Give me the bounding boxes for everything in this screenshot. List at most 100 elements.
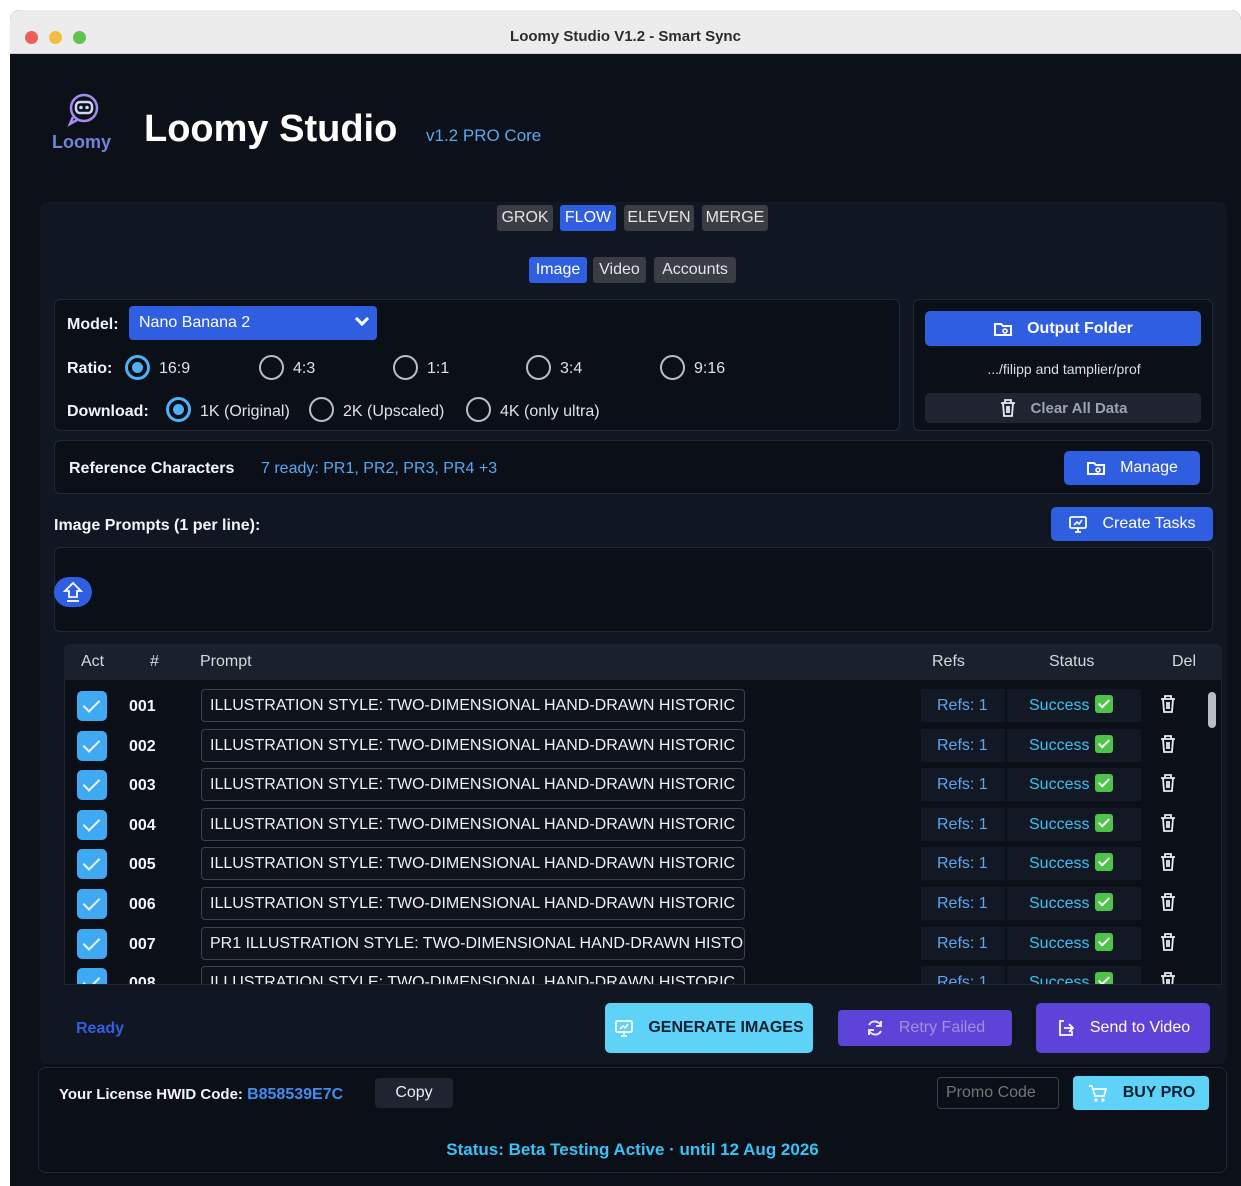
folder-icon	[994, 322, 1013, 336]
retry-failed-button[interactable]: Retry Failed	[838, 1010, 1012, 1046]
ratio-radio-16-9[interactable]	[125, 355, 150, 380]
copy-hwid-button[interactable]: Copy	[375, 1078, 453, 1108]
row-refs[interactable]: Refs: 1	[921, 768, 1005, 802]
row-number: 006	[129, 896, 156, 913]
row-delete-button[interactable]	[1143, 808, 1197, 841]
trash-icon	[1159, 773, 1177, 798]
row-status-text: Success	[1029, 974, 1090, 985]
output-panel: Output Folder .../filipp and tamplier/pr…	[913, 299, 1213, 431]
image-prompts-input[interactable]	[54, 547, 1213, 632]
row-prompt-field[interactable]: ILLUSTRATION STYLE: TWO-DIMENSIONAL HAND…	[201, 768, 745, 802]
row-active-checkbox[interactable]	[77, 889, 107, 919]
tab-merge[interactable]: MERGE	[702, 205, 768, 231]
row-active-checkbox[interactable]	[77, 928, 107, 959]
download-option-label: 2K (Upscaled)	[343, 403, 445, 420]
table-row: 003 ILLUSTRATION STYLE: TWO-DIMENSIONAL H…	[77, 768, 1207, 802]
row-prompt-field[interactable]: PR1 ILLUSTRATION STYLE: TWO-DIMENSIONAL …	[201, 926, 745, 960]
row-delete-button[interactable]	[1143, 887, 1197, 920]
task-table-body[interactable]: 001 ILLUSTRATION STYLE: TWO-DIMENSIONAL H…	[64, 680, 1222, 985]
row-prompt-field[interactable]: ILLUSTRATION STYLE: TWO-DIMENSIONAL HAND…	[201, 689, 745, 722]
tab-accounts[interactable]: Accounts	[654, 257, 736, 283]
row-delete-button[interactable]	[1143, 966, 1197, 984]
upload-prompts-button[interactable]	[54, 577, 92, 607]
ratio-radio-3-4[interactable]	[526, 355, 551, 380]
download-radio-2k[interactable]	[309, 397, 334, 422]
buy-pro-button[interactable]: BUY PRO	[1073, 1076, 1209, 1110]
chat-bot-icon	[67, 93, 99, 127]
row-delete-button[interactable]	[1143, 927, 1197, 960]
trash-icon	[1000, 399, 1015, 417]
send-to-video-button[interactable]: Send to Video	[1036, 1003, 1210, 1053]
row-status: Success	[1007, 728, 1141, 762]
tab-video[interactable]: Video	[593, 257, 646, 283]
generate-images-button[interactable]: GENERATE IMAGES	[605, 1003, 813, 1053]
ratio-option-label: 4:3	[293, 360, 316, 377]
output-folder-button[interactable]: Output Folder	[925, 311, 1201, 346]
ratio-radio-4-3[interactable]	[259, 355, 284, 380]
chevron-down-icon	[354, 311, 370, 327]
row-refs[interactable]: Refs: 1	[921, 926, 1005, 960]
row-refs[interactable]: Refs: 1	[921, 847, 1005, 881]
row-active-checkbox[interactable]	[77, 691, 107, 721]
row-delete-button[interactable]	[1143, 729, 1197, 762]
app-window: Loomy Studio V1.2 - Smart Sync Loomy Loo…	[10, 10, 1241, 1186]
row-refs[interactable]: Refs: 1	[921, 689, 1005, 722]
download-radio-1k[interactable]	[166, 397, 191, 422]
row-prompt-field[interactable]: ILLUSTRATION STYLE: TWO-DIMENSIONAL HAND…	[201, 966, 745, 984]
row-prompt-field[interactable]: ILLUSTRATION STYLE: TWO-DIMENSIONAL HAND…	[201, 887, 745, 920]
clear-all-data-button[interactable]: Clear All Data	[925, 393, 1201, 423]
row-status-text: Success	[1029, 934, 1090, 952]
header-act: Act	[81, 653, 105, 670]
output-path: .../filipp and tamplier/prof	[987, 361, 1141, 377]
create-tasks-button[interactable]: Create Tasks	[1051, 507, 1213, 541]
header-prompt: Prompt	[200, 653, 252, 670]
row-status-text: Success	[1029, 736, 1090, 754]
hwid-code: B858539E7C	[247, 1086, 344, 1103]
row-status: Success	[1007, 807, 1141, 841]
tab-flow[interactable]: FLOW	[560, 205, 616, 231]
folder-icon	[1087, 462, 1106, 475]
row-active-checkbox[interactable]	[77, 770, 107, 801]
promo-code-input[interactable]	[937, 1077, 1059, 1109]
row-number: 005	[129, 856, 156, 874]
row-prompt-field[interactable]: ILLUSTRATION STYLE: TWO-DIMENSIONAL HAND…	[201, 847, 745, 881]
trash-icon	[1159, 932, 1177, 957]
row-delete-button[interactable]	[1143, 689, 1197, 722]
output-folder-label: Output Folder	[1027, 319, 1133, 337]
upload-icon	[62, 581, 84, 602]
row-delete-button[interactable]	[1143, 847, 1197, 880]
refresh-icon	[867, 1020, 882, 1036]
row-active-checkbox[interactable]	[77, 809, 107, 840]
check-icon	[1095, 734, 1114, 753]
row-refs[interactable]: Refs: 1	[921, 728, 1005, 762]
ratio-radio-9-16[interactable]	[660, 355, 685, 380]
table-scrollbar[interactable]	[1208, 692, 1216, 728]
download-radio-4k[interactable]	[466, 397, 491, 422]
row-number: 008	[129, 975, 156, 985]
row-refs[interactable]: Refs: 1	[921, 966, 1005, 984]
row-prompt-field[interactable]: ILLUSTRATION STYLE: TWO-DIMENSIONAL HAND…	[201, 728, 745, 762]
row-active-checkbox[interactable]	[77, 730, 107, 761]
row-refs[interactable]: Refs: 1	[921, 807, 1005, 841]
license-panel: Your License HWID Code: B858539E7C Copy …	[38, 1067, 1227, 1173]
row-active-checkbox[interactable]	[77, 849, 107, 880]
generate-images-label: GENERATE IMAGES	[648, 1019, 804, 1036]
tab-eleven[interactable]: ELEVEN	[624, 205, 694, 231]
row-active-checkbox[interactable]	[77, 968, 107, 984]
row-delete-button[interactable]	[1143, 768, 1197, 801]
row-status-text: Success	[1029, 815, 1090, 833]
tab-image[interactable]: Image	[529, 257, 587, 283]
row-prompt-field[interactable]: ILLUSTRATION STYLE: TWO-DIMENSIONAL HAND…	[201, 807, 745, 841]
row-refs[interactable]: Refs: 1	[921, 887, 1005, 920]
row-status: Success	[1007, 966, 1141, 985]
image-prompts-label: Image Prompts (1 per line):	[54, 517, 261, 534]
manage-references-button[interactable]: Manage	[1064, 451, 1200, 485]
ratio-radio-1-1[interactable]	[393, 355, 418, 380]
row-status-text: Success	[1029, 895, 1090, 912]
model-select[interactable]: Nano Banana 2	[129, 306, 377, 340]
tab-grok[interactable]: GROK	[497, 205, 553, 231]
row-number: 001	[129, 698, 156, 715]
row-number: 002	[129, 737, 156, 755]
row-number: 004	[129, 816, 156, 834]
monitor-icon	[1069, 516, 1088, 533]
